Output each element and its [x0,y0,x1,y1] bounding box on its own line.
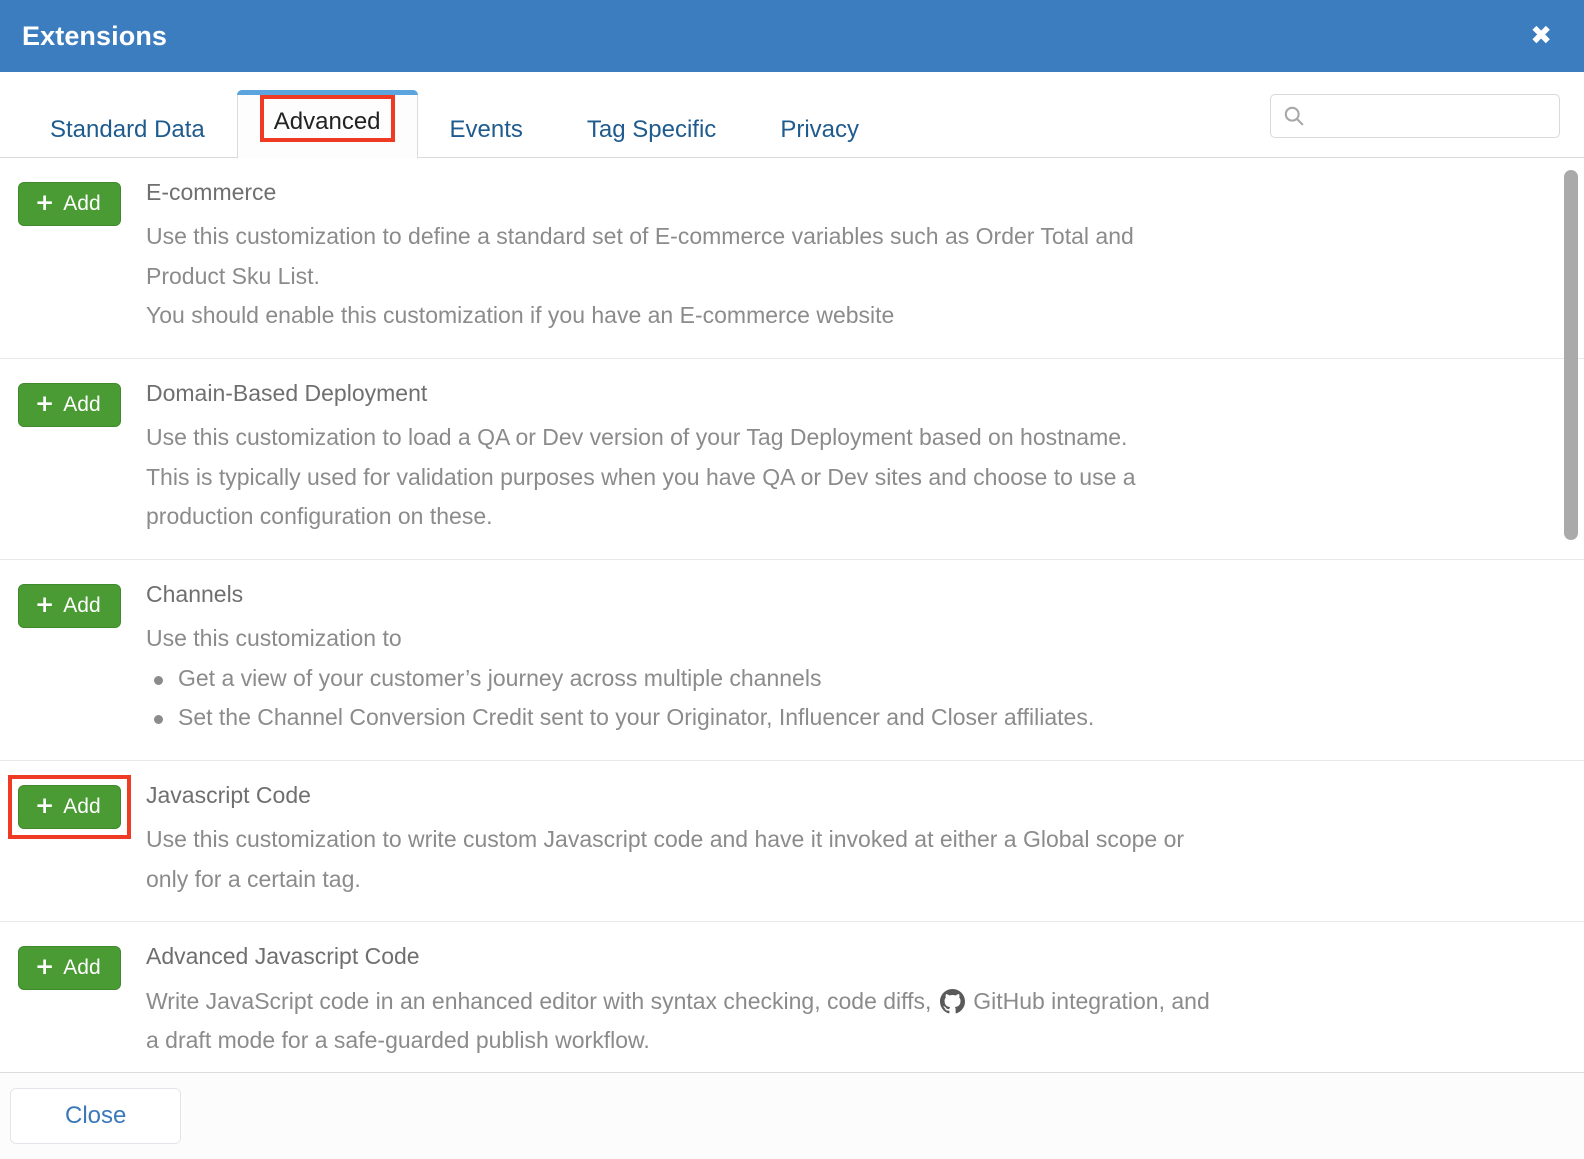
bullet-item: Get a view of your customer’s journey ac… [146,659,1544,699]
extension-title: Domain-Based Deployment [146,379,428,406]
add-button-label: Add [63,794,101,818]
description-line: Use this customization to write custom J… [146,826,1185,853]
tab-list: Standard Data Advanced Events Tag Specif… [18,90,891,159]
tab-standard-data[interactable]: Standard Data [18,103,237,158]
extension-title: E-commerce [146,179,277,205]
plus-icon: + [35,954,55,981]
extension-title: Channels [146,580,244,607]
description-text-after-icon: GitHub integration, and [973,987,1210,1014]
extension-text: Advanced Javascript Code Write JavaScrip… [146,943,1544,1061]
modal-body: + Add E-commerce Use this customization … [0,158,1584,1072]
modal-footer: Close [0,1072,1584,1159]
tab-tag-specific-label: Tag Specific [586,116,717,143]
extension-bullet-list: Get a view of your customer’s journey ac… [146,659,1544,738]
tab-advanced-label: Advanced [259,95,395,142]
extension-description: Write JavaScript code in an enhanced edi… [146,982,1544,1061]
search-box[interactable] [1270,94,1560,138]
extensions-modal: Extensions ✖ Standard Data Advanced Even… [0,0,1584,1159]
add-button-ecommerce[interactable]: + Add [18,182,121,226]
add-button-channels[interactable]: + Add [18,583,121,628]
add-button-domain-based-deployment[interactable]: + Add [18,382,121,427]
add-button-label: Add [63,192,101,215]
add-button-label: Add [63,392,101,416]
add-button-cell: + Add [18,582,146,628]
description-line-with-icon: Write JavaScript code in an enhanced edi… [146,982,1544,1022]
tab-bar: Standard Data Advanced Events Tag Specif… [0,72,1584,159]
extension-row-domain-based-deployment: + Add Domain-Based Deployment Use this c… [0,359,1584,560]
tab-advanced[interactable]: Advanced [236,90,418,159]
tab-standard-data-label: Standard Data [50,116,205,143]
add-button-highlight-box: + Add [8,774,131,839]
search-icon [1282,104,1306,128]
extension-text: Javascript Code Use this customization t… [146,781,1544,899]
extensions-list: + Add E-commerce Use this customization … [0,158,1584,1072]
add-button-cell: + Add [18,381,146,427]
close-button[interactable]: Close [10,1088,182,1144]
plus-icon: + [35,190,55,216]
plus-icon: + [35,591,55,618]
extension-description: Use this customization to load a QA or D… [146,418,1544,537]
description-line: Use this customization to define a stand… [146,223,1134,250]
description-line: a draft mode for a safe-guarded publish … [146,1027,650,1054]
extension-description: Use this customization to define a stand… [146,217,1544,336]
description-text-before-icon: Write JavaScript code in an enhanced edi… [146,987,932,1014]
tab-privacy-label: Privacy [780,116,859,143]
extension-text: E-commerce Use this customization to def… [146,179,1544,336]
extension-description: Use this customization to write custom J… [146,820,1544,899]
scrollbar-track[interactable] [1564,158,1578,1072]
extension-row-advanced-javascript-code: + Add Advanced Javascript Code Write Jav… [0,922,1584,1072]
add-button-cell: + Add [8,774,146,839]
modal-header: Extensions ✖ [0,0,1584,72]
plus-icon: + [35,792,55,819]
search-input[interactable] [1306,106,1559,126]
extension-row-channels: + Add Channels Use this customization to… [0,560,1584,761]
add-button-cell: + Add [18,180,146,226]
extension-row-javascript-code: + Add Javascript Code Use this customiza… [0,761,1584,923]
tab-events-label: Events [449,116,523,143]
description-line: production configuration on these. [146,503,493,530]
add-button-javascript-code[interactable]: + Add [18,784,121,829]
extension-description: Use this customization to [146,619,1544,659]
extension-row-ecommerce: + Add E-commerce Use this customization … [0,158,1584,359]
add-button-label: Add [63,593,101,617]
add-button-cell: + Add [18,944,146,991]
extension-title: Javascript Code [146,781,311,808]
extension-text: Channels Use this customization to Get a… [146,580,1544,738]
scrollbar-thumb[interactable] [1564,170,1578,540]
description-line: Use this customization to [146,625,402,652]
extension-text: Domain-Based Deployment Use this customi… [146,379,1544,537]
description-line: Use this customization to load a QA or D… [146,424,1128,451]
github-icon [939,987,965,1013]
description-line: only for a certain tag. [146,865,361,892]
tab-tag-specific[interactable]: Tag Specific [555,103,748,158]
description-line: This is typically used for validation pu… [146,463,1136,490]
description-line: Product Sku List. [146,262,320,289]
description-line: You should enable this customization if … [146,302,895,329]
extension-title: Advanced Javascript Code [146,943,420,970]
bullet-item: Set the Channel Conversion Credit sent t… [146,698,1544,738]
page-title: Extensions [22,20,168,51]
tab-events[interactable]: Events [418,103,555,158]
plus-icon: + [35,390,55,417]
add-button-label: Add [63,956,101,980]
close-x-icon[interactable]: ✖ [1524,19,1558,53]
add-button-advanced-javascript-code[interactable]: + Add [18,946,121,991]
tab-privacy[interactable]: Privacy [748,103,891,158]
